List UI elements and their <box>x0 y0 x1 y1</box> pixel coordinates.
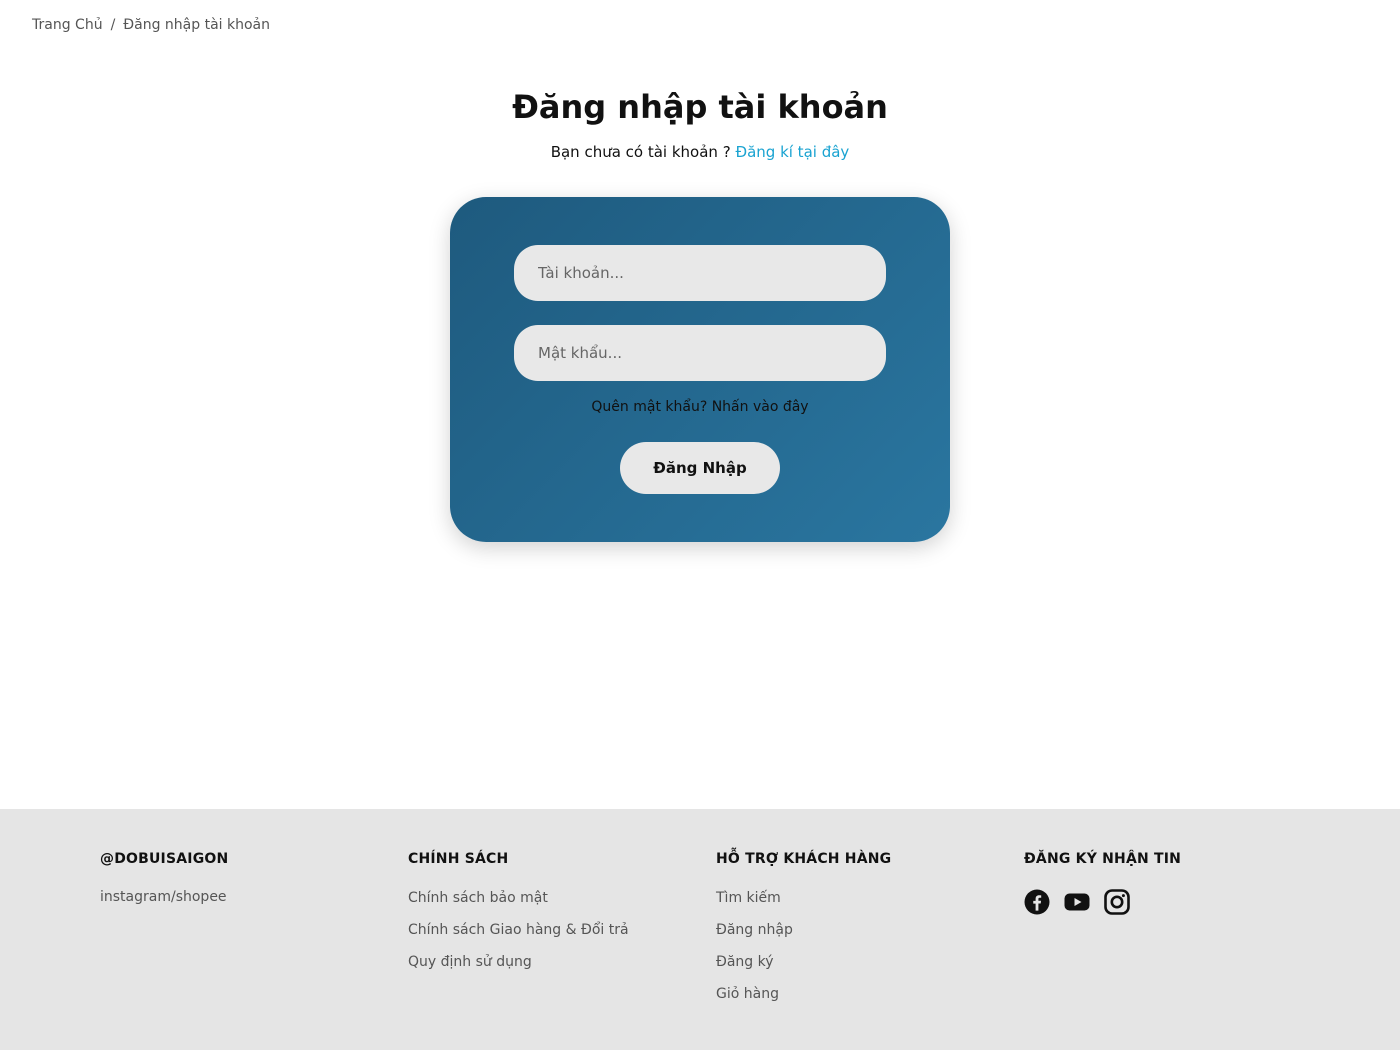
footer-policy-list: Chính sách bảo mật Chính sách Giao hàng … <box>408 889 698 985</box>
footer-support-item: Đăng ký <box>716 953 1006 985</box>
instagram-icon[interactable] <box>1104 889 1130 915</box>
shipping-returns-link[interactable]: Chính sách Giao hàng & Đổi trả <box>408 922 629 938</box>
youtube-icon[interactable] <box>1064 889 1090 915</box>
footer: @DOBUISAIGON instagram/shopee CHÍNH SÁCH… <box>0 809 1400 1050</box>
footer-support-item: Tìm kiếm <box>716 889 1006 921</box>
privacy-policy-link[interactable]: Chính sách bảo mật <box>408 890 548 906</box>
login-button[interactable]: Đăng Nhập <box>620 442 780 494</box>
username-input[interactable] <box>514 245 886 301</box>
footer-policy-heading: CHÍNH SÁCH <box>408 851 509 867</box>
footer-policy-item: Quy định sử dụng <box>408 953 698 985</box>
page-title: Đăng nhập tài khoản <box>512 88 888 126</box>
footer-policy-item: Chính sách Giao hàng & Đổi trả <box>408 921 698 953</box>
register-footer-link[interactable]: Đăng ký <box>716 954 774 970</box>
terms-of-use-link[interactable]: Quy định sử dụng <box>408 954 532 970</box>
facebook-icon[interactable] <box>1024 889 1050 915</box>
forgot-password-link[interactable]: Quên mật khẩu? Nhấn vào đây <box>450 399 950 415</box>
footer-support-item: Đăng nhập <box>716 921 1006 953</box>
login-link[interactable]: Đăng nhập <box>716 922 793 938</box>
search-link[interactable]: Tìm kiếm <box>716 890 781 906</box>
footer-support-list: Tìm kiếm Đăng nhập Đăng ký Giỏ hàng <box>716 889 1006 1017</box>
breadcrumb-separator: / <box>110 17 116 33</box>
footer-brand-column: @DOBUISAIGON instagram/shopee <box>100 851 390 905</box>
footer-policy-column: CHÍNH SÁCH Chính sách bảo mật Chính sách… <box>408 851 698 985</box>
breadcrumb-current: Đăng nhập tài khoản <box>123 17 270 33</box>
footer-policy-item: Chính sách bảo mật <box>408 889 698 921</box>
social-links <box>1024 889 1314 915</box>
password-input[interactable] <box>514 325 886 381</box>
register-prompt: Bạn chưa có tài khoản ? Đăng kí tại đây <box>0 143 1400 161</box>
page: Trang Chủ / Đăng nhập tài khoản Đăng nhậ… <box>0 0 1400 1050</box>
footer-brand-heading: @DOBUISAIGON <box>100 851 229 867</box>
register-prompt-text: Bạn chưa có tài khoản ? <box>550 143 731 161</box>
footer-newsletter-column: ĐĂNG KÝ NHẬN TIN <box>1024 851 1314 915</box>
login-card: Quên mật khẩu? Nhấn vào đây Đăng Nhập <box>450 197 950 542</box>
footer-newsletter-heading: ĐĂNG KÝ NHẬN TIN <box>1024 851 1182 867</box>
footer-support-heading: HỖ TRỢ KHÁCH HÀNG <box>716 851 892 867</box>
register-link[interactable]: Đăng kí tại đây <box>735 143 849 161</box>
footer-support-item: Giỏ hàng <box>716 985 1006 1017</box>
breadcrumb: Trang Chủ / Đăng nhập tài khoản <box>32 17 270 33</box>
footer-brand-text: instagram/shopee <box>100 889 227 905</box>
footer-support-column: HỖ TRỢ KHÁCH HÀNG Tìm kiếm Đăng nhập Đăn… <box>716 851 1006 1017</box>
cart-link[interactable]: Giỏ hàng <box>716 986 779 1002</box>
breadcrumb-home-link[interactable]: Trang Chủ <box>32 17 103 33</box>
